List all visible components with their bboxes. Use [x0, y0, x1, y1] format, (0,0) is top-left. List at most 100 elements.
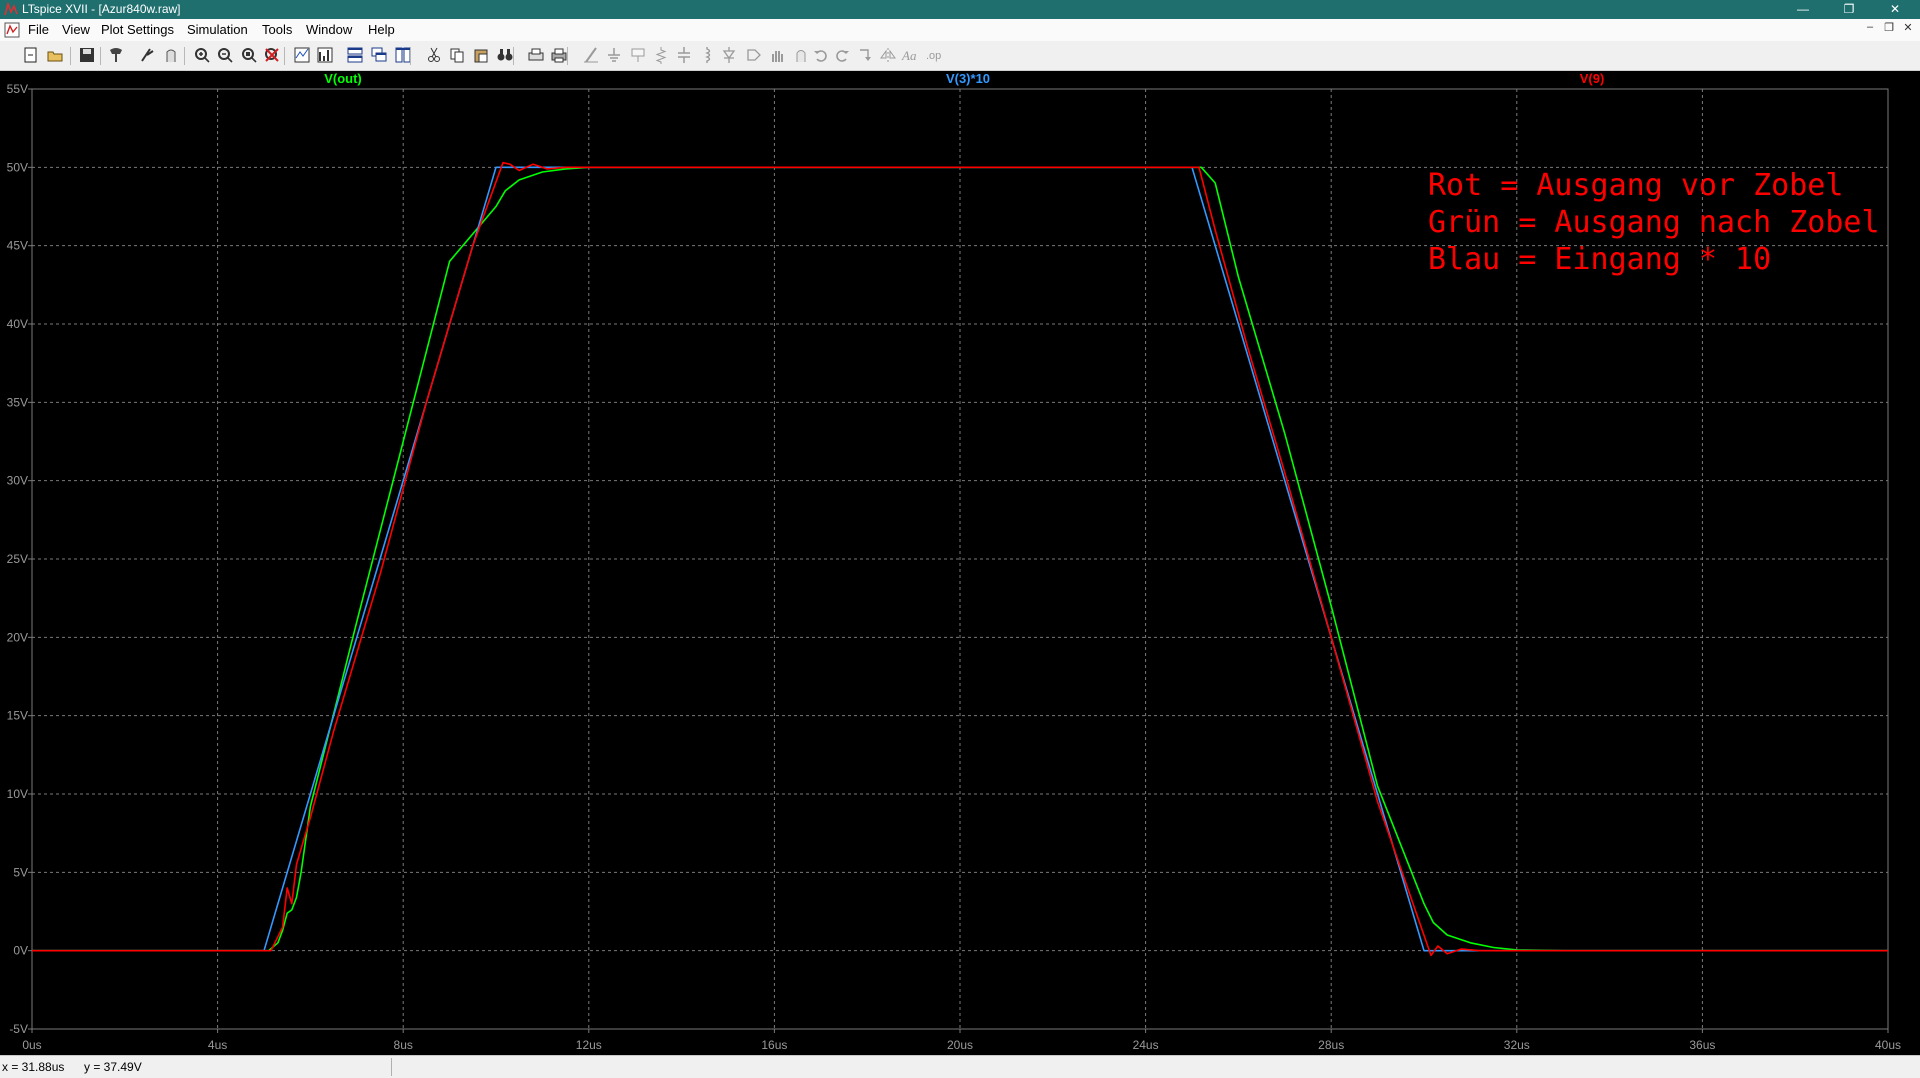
toolbar-separator [284, 47, 285, 65]
mdi-minimize-button[interactable]: – [1863, 21, 1877, 33]
ltspice-app-icon [4, 2, 18, 16]
legend-entry[interactable]: V(3)*10 [946, 71, 990, 86]
status-divider [391, 1058, 392, 1076]
toolbar-separator [70, 47, 71, 65]
ground-icon[interactable] [605, 46, 623, 64]
x-tick-label: 4us [208, 1038, 227, 1052]
run-icon[interactable] [138, 46, 156, 64]
halt-icon[interactable] [162, 46, 180, 64]
y-tick-label: 5V [13, 865, 28, 879]
y-tick-label: 20V [7, 630, 28, 644]
menu-simulation[interactable]: Simulation [187, 22, 248, 37]
tile-horizontal-icon[interactable] [346, 46, 364, 64]
mdi-close-button[interactable]: ✕ [1901, 21, 1915, 34]
x-tick-label: 16us [761, 1038, 787, 1052]
waveform-chart[interactable]: 0us 4us 8us 12us 16us 20us 24us 28us 32us 36us 40u… [0, 71, 1920, 1055]
toolbar-separator [184, 47, 185, 65]
control-panel-icon[interactable] [107, 46, 125, 64]
find-icon[interactable] [496, 46, 514, 64]
menu-plot-settings[interactable]: Plot Settings [101, 22, 174, 37]
x-tick-label: 0us [22, 1038, 41, 1052]
title-bar: LTspice XVII - [Azur840w.raw] — ❐ ✕ [0, 0, 1920, 19]
menu-file[interactable]: File [28, 22, 49, 37]
status-bar: x = 31.88us y = 37.49V [0, 1055, 1920, 1078]
copy-icon[interactable] [448, 46, 466, 64]
cut-icon[interactable] [425, 46, 443, 64]
menu-window[interactable]: Window [306, 22, 352, 37]
restore-button[interactable]: ❐ [1826, 0, 1872, 19]
minimize-button[interactable]: — [1780, 0, 1826, 19]
menu-tools[interactable]: Tools [262, 22, 292, 37]
autorange-icon[interactable] [293, 46, 311, 64]
capacitor-icon[interactable] [675, 46, 693, 64]
svg-text:Aa: Aa [901, 48, 917, 63]
y-tick-label: 10V [7, 787, 28, 801]
svg-text:.op: .op [926, 50, 941, 62]
label-icon[interactable] [629, 46, 647, 64]
save-icon[interactable] [78, 46, 96, 64]
fft-icon[interactable] [316, 46, 334, 64]
spice-directive-icon[interactable]: .op [925, 46, 943, 64]
print-icon[interactable] [550, 46, 568, 64]
zoom-cancel-icon[interactable] [263, 46, 281, 64]
toolbar-separator [567, 47, 568, 65]
document-icon[interactable] [4, 22, 20, 38]
x-tick-label: 12us [576, 1038, 602, 1052]
x-tick-label: 8us [394, 1038, 413, 1052]
print-setup-icon[interactable] [527, 46, 545, 64]
menu-view[interactable]: View [62, 22, 90, 37]
y-tick-label: 45V [7, 239, 28, 253]
x-tick-label: 36us [1689, 1038, 1715, 1052]
y-tick-label: 50V [7, 160, 28, 174]
move-icon[interactable] [768, 46, 786, 64]
legend-entry[interactable]: V(out) [324, 71, 362, 86]
paste-icon[interactable] [472, 46, 490, 64]
y-tick-label: 40V [7, 317, 28, 331]
toolbar: Aa .op [0, 42, 1920, 71]
zoom-out-icon[interactable] [216, 46, 234, 64]
annotation-text: Rot = Ausgang vor Zobel [1428, 168, 1843, 203]
waveform-plot[interactable]: 0us 4us 8us 12us 16us 20us 24us 28us 32us 36us 40u… [0, 71, 1920, 1055]
zoom-in-icon[interactable] [193, 46, 211, 64]
y-tick-label: 30V [7, 474, 28, 488]
annotation-text: Blau = Eingang * 10 [1428, 242, 1771, 277]
open-icon[interactable] [46, 46, 64, 64]
rotate-icon[interactable] [856, 46, 874, 64]
drag-icon[interactable] [792, 46, 810, 64]
window-title: LTspice XVII - [Azur840w.raw] [22, 2, 181, 16]
mdi-restore-button[interactable]: ❐ [1882, 21, 1896, 34]
resistor-icon[interactable] [652, 46, 670, 64]
y-tick-label: 0V [13, 944, 28, 958]
y-tick-label: -5V [9, 1022, 28, 1036]
cascade-icon[interactable] [370, 46, 388, 64]
menu-help[interactable]: Help [368, 22, 395, 37]
x-tick-label: 40us [1875, 1038, 1901, 1052]
x-tick-label: 20us [947, 1038, 973, 1052]
inductor-icon[interactable] [698, 46, 716, 64]
wire-icon[interactable] [582, 46, 600, 64]
cursor-x-readout: x = 31.88us [2, 1060, 65, 1074]
close-button[interactable]: ✕ [1872, 0, 1918, 19]
x-tick-label: 32us [1504, 1038, 1530, 1052]
text-icon[interactable]: Aa [901, 46, 919, 64]
y-tick-label: 55V [7, 82, 28, 96]
component-icon[interactable] [745, 46, 763, 64]
toolbar-separator [513, 47, 514, 65]
mirror-icon[interactable] [879, 46, 897, 64]
diode-icon[interactable] [720, 46, 738, 64]
new-schematic-icon[interactable] [22, 46, 40, 64]
x-tick-label: 24us [1133, 1038, 1159, 1052]
cursor-y-readout: y = 37.49V [84, 1060, 142, 1074]
redo-icon[interactable] [833, 46, 851, 64]
zoom-full-icon[interactable] [240, 46, 258, 64]
menu-bar: File View Plot Settings Simulation Tools… [0, 19, 1920, 41]
toolbar-separator [410, 47, 411, 65]
y-tick-label: 15V [7, 709, 28, 723]
toolbar-separator [100, 47, 101, 65]
y-tick-label: 25V [7, 552, 28, 566]
legend-entry[interactable]: V(9) [1580, 71, 1605, 86]
x-tick-label: 28us [1318, 1038, 1344, 1052]
y-tick-label: 35V [7, 395, 28, 409]
annotation-text: Grün = Ausgang nach Zobel [1428, 205, 1880, 240]
undo-icon[interactable] [812, 46, 830, 64]
